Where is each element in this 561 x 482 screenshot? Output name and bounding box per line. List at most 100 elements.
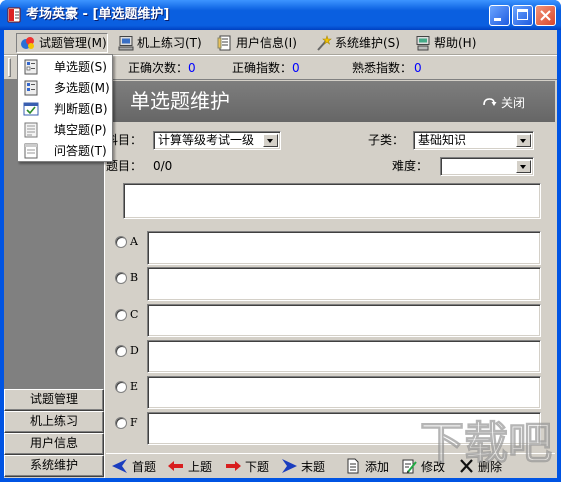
option-e-letter: E (130, 380, 139, 393)
option-c-letter: C (130, 308, 139, 321)
next-question-button[interactable]: 下题 (224, 457, 269, 475)
sidebar-item-system-maintenance[interactable]: 系统维护 (4, 455, 104, 477)
next-question-label: 下题 (245, 459, 270, 474)
chevron-down-icon (520, 165, 526, 169)
option-d-radio[interactable] (115, 345, 127, 357)
panel-header: 单选题维护 关闭 (106, 81, 555, 122)
menu-label: 机上练习(T) (137, 36, 202, 50)
last-arrow-icon (280, 458, 298, 474)
menu-item-label: 问答题(T) (54, 144, 107, 158)
edit-label: 修改 (421, 459, 446, 474)
difficulty-label: 难度： (392, 159, 429, 173)
first-question-button[interactable]: 首题 (111, 457, 156, 475)
help-icon (415, 35, 431, 51)
maximize-button[interactable] (512, 5, 533, 26)
minimize-button[interactable] (489, 5, 510, 26)
menu-item-label: 多选题(M) (54, 81, 110, 95)
add-label: 添加 (365, 459, 390, 474)
close-icon (539, 9, 552, 22)
subcategory-select-value: 基础知识 (418, 133, 467, 147)
menu-item-label: 填空题(P) (54, 123, 107, 137)
menu-item-multiple-choice[interactable]: 多选题(M) (19, 78, 111, 99)
option-f-input[interactable] (147, 412, 541, 445)
menu-label: 试题管理(M) (39, 36, 107, 50)
menu-quiz-management[interactable]: 试题管理(M) (16, 33, 108, 53)
previous-question-button[interactable]: 上题 (167, 457, 212, 475)
sidebar-item-practice[interactable]: 机上练习 (4, 411, 104, 433)
menu-system-maintenance[interactable]: 系统维护(S) (312, 33, 404, 53)
multiple-choice-icon (23, 80, 39, 96)
option-b-input[interactable] (147, 267, 541, 301)
familiarity-index-value: 0 (414, 61, 422, 75)
fill-blank-icon (23, 122, 39, 138)
last-question-label: 末题 (301, 459, 326, 474)
familiarity-index-label: 熟悉指数： (352, 61, 413, 75)
correct-count-label: 正确次数： (128, 61, 189, 75)
edit-button[interactable]: 修改 (400, 457, 445, 475)
menu-user-info[interactable]: 用户信息(I) (213, 33, 303, 53)
correct-index-label: 正确指数： (232, 61, 293, 75)
option-c-radio[interactable] (115, 309, 127, 321)
option-e-radio[interactable] (115, 381, 127, 393)
option-f-letter: F (130, 416, 138, 429)
true-false-icon (23, 101, 39, 117)
prev-arrow-icon (167, 458, 185, 474)
quiz-manage-icon (20, 35, 36, 51)
menu-label: 帮助(H) (434, 36, 477, 50)
question-text-input[interactable] (123, 183, 541, 219)
subcategory-select[interactable]: 基础知识 (413, 131, 534, 150)
subject-select[interactable]: 计算等级考试一级 (153, 131, 281, 150)
menu-item-true-false[interactable]: 判断题(B) (19, 99, 111, 120)
menu-item-single-choice[interactable]: 单选题(S) (19, 57, 111, 78)
first-question-label: 首题 (132, 459, 157, 474)
option-a-input[interactable] (147, 231, 541, 265)
system-icon (316, 35, 332, 51)
practice-icon (118, 35, 134, 51)
sidebar-item-user-info[interactable]: 用户信息 (4, 433, 104, 455)
panel-close-button[interactable]: 关闭 (482, 94, 525, 110)
quiz-management-dropdown-menu: 单选题(S) 多选题(M) 判断题(B) 填空题(P) 问答题(T) (17, 54, 113, 162)
add-icon (344, 458, 362, 474)
title-bar[interactable]: 考场英豪 - [单选题维护] (0, 0, 561, 30)
option-e-input[interactable] (147, 376, 541, 409)
menu-practice[interactable]: 机上练习(T) (114, 33, 204, 53)
panel-close-label: 关闭 (501, 95, 526, 110)
difficulty-select[interactable] (440, 157, 534, 176)
menu-item-essay[interactable]: 问答题(T) (19, 141, 111, 162)
close-window-button[interactable] (535, 5, 556, 26)
option-a-letter: A (130, 235, 138, 248)
add-button[interactable]: 添加 (344, 457, 389, 475)
previous-question-label: 上题 (188, 459, 213, 474)
chevron-down-icon (520, 139, 526, 143)
close-arrow-icon (482, 96, 498, 108)
menu-help[interactable]: 帮助(H) (411, 33, 477, 53)
subject-select-dropdown-button[interactable] (263, 134, 278, 147)
option-c-input[interactable] (147, 304, 541, 337)
option-f-radio[interactable] (115, 417, 127, 429)
delete-icon (457, 458, 475, 474)
app-icon (6, 7, 22, 23)
sidebar-item-quiz-management[interactable]: 试题管理 (4, 389, 104, 411)
option-b-letter: B (130, 271, 139, 284)
subcategory-label: 子类： (368, 133, 405, 147)
correct-index-value: 0 (292, 61, 300, 75)
option-b-radio[interactable] (115, 272, 127, 284)
essay-icon (23, 143, 39, 159)
menu-item-fill-blank[interactable]: 填空题(P) (19, 120, 111, 141)
question-count: 0/0 (153, 159, 173, 173)
menu-label: 系统维护(S) (335, 36, 400, 50)
subcategory-select-dropdown-button[interactable] (516, 134, 531, 147)
delete-button[interactable]: 删除 (457, 457, 502, 475)
chevron-down-icon (267, 139, 273, 143)
last-question-button[interactable]: 末题 (280, 457, 325, 475)
option-d-letter: D (130, 344, 139, 357)
toolbar-grip[interactable] (8, 58, 11, 77)
difficulty-select-dropdown-button[interactable] (516, 160, 531, 173)
option-a-radio[interactable] (115, 236, 127, 248)
maximize-icon (517, 9, 528, 20)
first-arrow-icon (111, 458, 129, 474)
correct-count-value: 0 (188, 61, 196, 75)
option-d-input[interactable] (147, 340, 541, 373)
next-arrow-icon (224, 458, 242, 474)
panel-title: 单选题维护 (130, 89, 230, 113)
